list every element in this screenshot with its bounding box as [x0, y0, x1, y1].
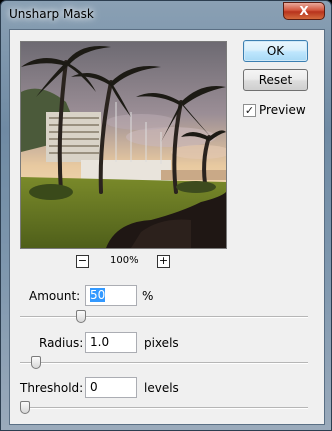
- minus-icon: −: [77, 254, 88, 267]
- radius-input[interactable]: 1.0: [85, 332, 137, 353]
- close-button[interactable]: X: [283, 2, 325, 20]
- threshold-value: 0: [90, 380, 98, 394]
- zoom-in-button[interactable]: +: [157, 255, 170, 268]
- zoom-out-button[interactable]: −: [76, 255, 89, 268]
- amount-unit: %: [142, 289, 154, 303]
- dialog-window: Unsharp Mask X − 100% + OK Reset ✓ Previ…: [0, 0, 332, 431]
- threshold-label: Threshold:: [20, 381, 84, 395]
- dialog-body: − 100% + OK Reset ✓ Preview Amount: 50 %: [9, 29, 325, 425]
- ok-button-label: OK: [266, 44, 285, 58]
- threshold-slider[interactable]: [20, 401, 308, 415]
- preview-image[interactable]: [20, 41, 227, 249]
- reset-button-label: Reset: [258, 73, 293, 87]
- close-icon: X: [299, 4, 309, 18]
- radius-slider-track: [20, 362, 308, 364]
- preview-checkbox[interactable]: ✓: [243, 103, 256, 117]
- threshold-slider-thumb[interactable]: [20, 401, 30, 414]
- checkmark-icon: ✓: [244, 103, 255, 117]
- radius-value: 1.0: [90, 335, 110, 349]
- amount-slider-thumb[interactable]: [76, 310, 86, 323]
- reset-button[interactable]: Reset: [243, 69, 308, 91]
- preview-label: Preview: [259, 103, 306, 117]
- ok-button[interactable]: OK: [243, 40, 308, 62]
- radius-slider[interactable]: [20, 356, 308, 370]
- preview-toggle[interactable]: ✓ Preview: [243, 103, 306, 117]
- window-title: Unsharp Mask: [9, 7, 94, 21]
- amount-slider[interactable]: [20, 310, 308, 324]
- radius-label: Radius:: [39, 336, 84, 350]
- amount-label: Amount:: [29, 289, 81, 303]
- amount-value: 50: [90, 288, 106, 302]
- zoom-level: 100%: [110, 255, 139, 266]
- amount-input[interactable]: 50: [85, 285, 137, 306]
- threshold-input[interactable]: 0: [85, 377, 137, 398]
- radius-slider-thumb[interactable]: [31, 356, 41, 369]
- radius-unit: pixels: [144, 336, 179, 350]
- amount-slider-track: [20, 316, 308, 318]
- threshold-slider-track: [20, 407, 308, 409]
- threshold-unit: levels: [144, 381, 179, 395]
- plus-icon: +: [158, 254, 169, 267]
